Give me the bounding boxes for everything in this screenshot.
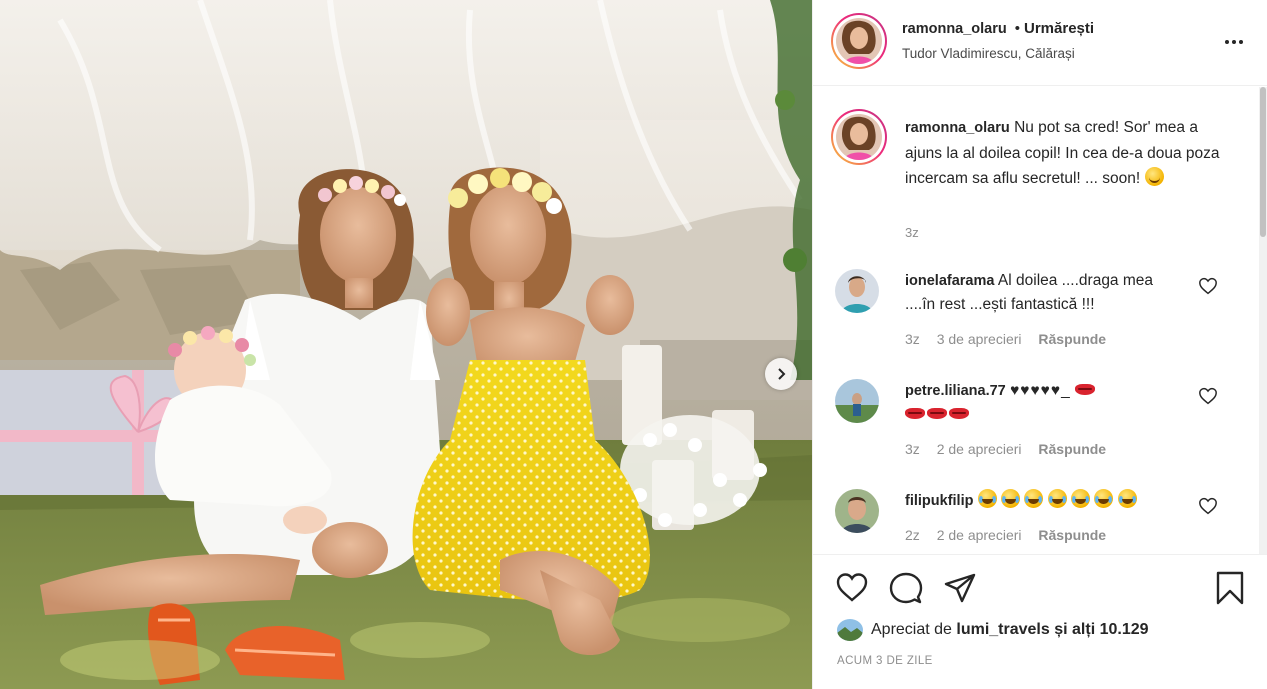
caption-time[interactable]: 3z <box>905 225 919 240</box>
tears-of-joy-icon <box>1047 489 1067 508</box>
kiss-mark-icon <box>905 408 925 419</box>
comment-likes[interactable]: 2 de aprecieri <box>937 527 1022 543</box>
more-options-icon[interactable] <box>1222 32 1246 52</box>
reply-button[interactable]: Răspunde <box>1038 441 1106 457</box>
reply-button[interactable]: Răspunde <box>1038 527 1106 543</box>
post-header: ramonna_olaru • Urmărești Tudor Vladimires… <box>813 0 1267 86</box>
post-location[interactable]: Tudor Vladimirescu, Călărași <box>902 46 1075 61</box>
comment-username[interactable]: ionelafarama <box>905 273 994 289</box>
comment-text-block: filipukfilip <box>905 489 1183 513</box>
separator-dot: • <box>1014 20 1021 37</box>
post-actions: Apreciat de lumi_travels și alți 10.129 … <box>813 554 1267 689</box>
comment-text-block: ionelafarama Al doilea ....draga mea ...… <box>905 269 1183 317</box>
likes-summary: Apreciat de lumi_travels și alți 10.129 <box>837 619 1149 641</box>
comment-time[interactable]: 3z <box>905 331 920 347</box>
avatar-image <box>836 114 882 160</box>
tears-of-joy-icon <box>1071 489 1091 508</box>
liker-avatar[interactable] <box>837 619 863 641</box>
liked-by-label: Apreciat de <box>871 621 952 638</box>
tears-of-joy-icon <box>977 489 997 508</box>
avatar-image <box>835 379 879 423</box>
post-age[interactable]: ACUM 3 DE ZILE <box>837 655 933 667</box>
paper-plane-icon[interactable] <box>943 571 977 605</box>
heart-icon[interactable] <box>1198 497 1218 515</box>
tears-of-joy-icon <box>1117 489 1137 508</box>
grinning-face-icon <box>1144 167 1164 186</box>
liked-by-rest[interactable]: și alți 10.129 <box>1054 621 1148 639</box>
comment-bubble-icon[interactable] <box>889 571 923 605</box>
heart-icon[interactable] <box>1198 387 1218 405</box>
post-image <box>0 0 812 689</box>
comment-username[interactable]: petre.liliana.77 <box>905 383 1006 399</box>
reply-button[interactable]: Răspunde <box>1038 331 1106 347</box>
heart-icon[interactable] <box>835 571 869 605</box>
comment-meta: 3z 3 de aprecieri Răspunde <box>905 331 1119 347</box>
header-title-line: ramonna_olaru • Urmărești <box>902 20 1094 37</box>
chevron-right-icon <box>778 368 786 380</box>
avatar-image <box>836 18 882 64</box>
commenter-avatar[interactable] <box>835 379 879 423</box>
commenter-avatar[interactable] <box>835 269 879 313</box>
avatar-image <box>835 269 879 313</box>
heart-icon[interactable] <box>1198 277 1218 295</box>
author-avatar[interactable] <box>831 13 887 69</box>
caption-avatar[interactable] <box>831 109 887 165</box>
carousel-next-button[interactable] <box>765 358 797 390</box>
comments-scrollbar[interactable] <box>1259 87 1267 554</box>
comment-likes[interactable]: 2 de aprecieri <box>937 441 1022 457</box>
tears-of-joy-icon <box>1024 489 1044 508</box>
kiss-mark-icon <box>927 408 947 419</box>
author-username[interactable]: ramonna_olaru <box>902 21 1007 37</box>
comment-username[interactable]: filipukfilip <box>905 493 973 509</box>
bookmark-icon[interactable] <box>1213 571 1247 605</box>
avatar-image <box>837 619 863 641</box>
post-side-panel: ramonna_olaru • Urmărești Tudor Vladimires… <box>812 0 1267 689</box>
comment-meta: 2z 2 de aprecieri Răspunde <box>905 527 1119 543</box>
tears-of-joy-icon <box>1094 489 1114 508</box>
comment-time[interactable]: 3z <box>905 441 920 457</box>
liked-by-user[interactable]: lumi_travels <box>956 621 1049 639</box>
comments-list[interactable]: ramonna_olaru Nu pot sa cred! Sor' mea a… <box>813 87 1267 554</box>
kiss-mark-icon <box>1075 384 1096 395</box>
caption-text-block: ramonna_olaru Nu pot sa cred! Sor' mea a… <box>905 115 1225 191</box>
comment-likes[interactable]: 3 de aprecieri <box>937 331 1022 347</box>
comment-text-block: petre.liliana.77 ♥♥♥♥♥_ <box>905 379 1183 427</box>
post-photo[interactable] <box>0 0 812 689</box>
scrollbar-thumb[interactable] <box>1260 87 1266 237</box>
comment-meta: 3z 2 de aprecieri Răspunde <box>905 441 1119 457</box>
follow-status-button[interactable]: Urmărești <box>1024 20 1094 37</box>
commenter-avatar[interactable] <box>835 489 879 533</box>
tears-of-joy-icon <box>1001 489 1021 508</box>
comment-text: ♥♥♥♥♥_ <box>1010 382 1071 399</box>
caption-username[interactable]: ramonna_olaru <box>905 120 1010 136</box>
kiss-mark-icon <box>949 408 969 419</box>
avatar-image <box>835 489 879 533</box>
comment-time[interactable]: 2z <box>905 527 920 543</box>
